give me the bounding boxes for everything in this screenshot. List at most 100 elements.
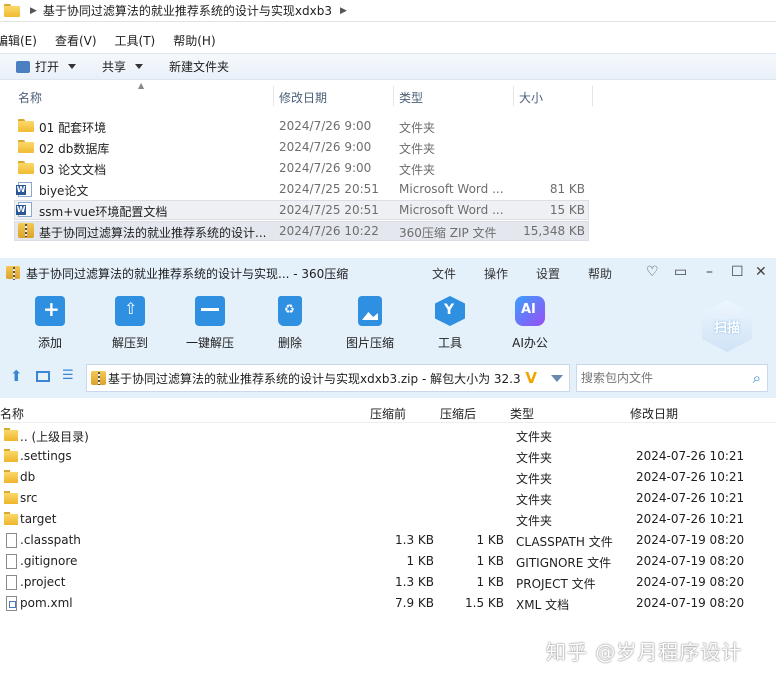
file-row[interactable]: 02 db数据库 2024/7/26 9:00 文件夹 xyxy=(14,137,589,157)
watermark: 知乎 @岁月程序设计 xyxy=(546,640,743,664)
folder-icon xyxy=(4,3,24,19)
trash-icon: ♻ xyxy=(278,296,302,326)
up-arrow-icon[interactable]: ⬆ xyxy=(10,367,23,385)
archive-row-name: src xyxy=(20,491,38,505)
file-row[interactable]: biye论文 2024/7/25 20:51 Microsoft Word ..… xyxy=(14,179,589,199)
archive-row-modified: 2024-07-26 10:21 xyxy=(636,491,745,505)
file-row[interactable]: ssm+vue环境配置文档 2024/7/25 20:51 Microsoft … xyxy=(14,200,589,220)
window-title: 基于协同过滤算法的就业推荐系统的设计与实现... - 360压缩 xyxy=(26,266,349,281)
archive-row-name: pom.xml xyxy=(20,596,73,610)
new-folder-button[interactable]: 新建文件夹 xyxy=(159,56,239,78)
menu-settings[interactable]: 设置 xyxy=(536,265,560,282)
column-divider[interactable] xyxy=(513,86,514,106)
skin-icon[interactable]: ♡ xyxy=(646,264,659,280)
file-type: 文件夹 xyxy=(399,163,436,177)
image-compress-button[interactable]: 图片压缩 xyxy=(335,296,405,351)
archive-row[interactable]: .project 1.3 KB 1 KB PROJECT 文件 2024-07-19 0… xyxy=(0,572,776,593)
share-button[interactable]: 共享 xyxy=(92,56,153,78)
column-name[interactable]: 名称 xyxy=(18,89,42,106)
archive-row-after: 1 KB xyxy=(476,554,504,568)
column-modified[interactable]: 修改日期 xyxy=(279,89,327,106)
archive-row[interactable]: src 文件夹 2024-07-26 10:21 xyxy=(0,488,776,509)
view-thumbnail-icon[interactable] xyxy=(36,371,50,382)
file-type: Microsoft Word ... xyxy=(399,203,504,217)
feedback-icon[interactable]: ▭ xyxy=(674,264,687,280)
column-size[interactable]: 大小 xyxy=(519,89,543,106)
archive-row[interactable]: .settings 文件夹 2024-07-26 10:21 xyxy=(0,446,776,467)
minimize-icon[interactable]: – xyxy=(706,264,713,280)
column-name[interactable]: 名称 xyxy=(0,405,24,422)
title-bar[interactable]: 基于协同过滤算法的就业推荐系统的设计与实现... - 360压缩 文件 操作 设… xyxy=(0,258,776,288)
column-type[interactable]: 类型 xyxy=(399,89,423,106)
archive-row[interactable]: pom.xml 7.9 KB 1.5 KB XML 文档 2024-07-19 08:2… xyxy=(0,593,776,614)
menu-help[interactable]: 帮助(H) xyxy=(173,32,221,49)
column-after[interactable]: 压缩后 xyxy=(440,405,476,422)
breadcrumb[interactable]: 基于协同过滤算法的就业推荐系统的设计与实现xdxb3 xyxy=(43,2,332,19)
delete-button[interactable]: ♻ 删除 xyxy=(255,296,325,351)
one-click-extract-icon xyxy=(195,296,225,326)
share-label: 共享 xyxy=(102,60,127,74)
archive-row-type: 文件夹 xyxy=(516,514,553,528)
extract-to-label: 解压到 xyxy=(111,336,148,350)
view-list-icon[interactable]: ☰ xyxy=(62,368,74,383)
folder-icon xyxy=(18,140,34,153)
column-divider[interactable] xyxy=(273,86,274,106)
one-click-extract-label: 一键解压 xyxy=(185,336,234,350)
open-button[interactable]: 打开 xyxy=(6,56,86,78)
vip-badge-icon[interactable]: V xyxy=(523,369,537,387)
archive-row-type: 文件夹 xyxy=(516,472,553,486)
archive-row[interactable]: .classpath 1.3 KB 1 KB CLASSPATH 文件 2024-07-… xyxy=(0,530,776,551)
ai-office-label: AI办公 xyxy=(512,336,548,350)
open-icon xyxy=(16,60,30,73)
add-button[interactable]: + 添加 xyxy=(15,296,85,351)
archive-row-type: CLASSPATH 文件 xyxy=(516,535,613,549)
file-name: ssm+vue环境配置文档 xyxy=(39,205,168,219)
tools-button[interactable]: Y 工具 xyxy=(415,296,485,351)
one-click-extract-button[interactable]: 一键解压 xyxy=(175,296,245,351)
column-divider[interactable] xyxy=(592,86,593,106)
path-bar: ⬆ ☰ 基于协同过滤算法的就业推荐系统的设计与实现xdxb3.zip - 解包大… xyxy=(0,358,776,398)
new-folder-label: 新建文件夹 xyxy=(169,60,230,74)
ai-office-button[interactable]: AI AI办公 xyxy=(495,296,565,351)
column-type[interactable]: 类型 xyxy=(510,405,534,422)
file-size: 15 KB xyxy=(549,203,585,217)
folder-icon xyxy=(4,449,18,462)
archive-path-text: 基于协同过滤算法的就业推荐系统的设计与实现xdxb3.zip - 解包大小为 3… xyxy=(108,371,521,386)
menu-bar: 编辑(E) 查看(V) 工具(T) 帮助(H) xyxy=(0,30,234,50)
menu-operate[interactable]: 操作 xyxy=(484,265,508,282)
archive-row[interactable]: .. (上级目录) 文件夹 xyxy=(0,425,776,446)
file-row[interactable]: 03 论文文档 2024/7/26 9:00 文件夹 xyxy=(14,158,589,178)
menu-file[interactable]: 文件 xyxy=(432,265,456,282)
archive-row-modified: 2024-07-19 08:20 xyxy=(636,596,745,610)
menu-edit[interactable]: 编辑(E) xyxy=(0,32,43,49)
archive-row[interactable]: target 文件夹 2024-07-26 10:21 xyxy=(0,509,776,530)
archive-row-name: .classpath xyxy=(20,533,81,547)
address-bar[interactable]: ▶ 基于协同过滤算法的就业推荐系统的设计与实现xdxb3 ▶ xyxy=(0,0,776,22)
folder-icon xyxy=(4,491,18,504)
chevron-down-icon[interactable] xyxy=(551,375,563,382)
scan-label: 扫描 xyxy=(713,320,740,336)
archive-path[interactable]: 基于协同过滤算法的就业推荐系统的设计与实现xdxb3.zip - 解包大小为 3… xyxy=(86,364,570,392)
column-modified[interactable]: 修改日期 xyxy=(630,405,678,422)
search-icon[interactable]: ⌕ xyxy=(753,369,761,387)
file-name: 02 db数据库 xyxy=(39,142,110,156)
archive-row-before: 1.3 KB xyxy=(395,575,434,589)
extract-to-button[interactable]: ⇧ 解压到 xyxy=(95,296,165,351)
maximize-icon[interactable]: ☐ xyxy=(731,264,744,280)
file-type: 文件夹 xyxy=(399,121,436,135)
file-modified: 2024/7/26 9:00 xyxy=(279,119,372,133)
search-input[interactable] xyxy=(581,371,741,385)
archive-row-before: 1.3 KB xyxy=(395,533,434,547)
close-icon[interactable]: ✕ xyxy=(755,264,767,280)
archive-row-type: GITIGNORE 文件 xyxy=(516,556,612,570)
archive-row-modified: 2024-07-19 08:20 xyxy=(636,554,745,568)
file-row[interactable]: 01 配套环境 2024/7/26 9:00 文件夹 xyxy=(14,116,589,136)
menu-view[interactable]: 查看(V) xyxy=(55,32,103,49)
column-divider[interactable] xyxy=(393,86,394,106)
menu-help[interactable]: 帮助 xyxy=(588,265,612,282)
column-before[interactable]: 压缩前 xyxy=(370,405,406,422)
file-row[interactable]: 基于协同过滤算法的就业推荐系统的设计... 2024/7/26 10:22 36… xyxy=(14,221,589,241)
menu-tools[interactable]: 工具(T) xyxy=(115,32,162,49)
archive-row[interactable]: db 文件夹 2024-07-26 10:21 xyxy=(0,467,776,488)
archive-row[interactable]: .gitignore 1 KB 1 KB GITIGNORE 文件 2024-07-19… xyxy=(0,551,776,572)
